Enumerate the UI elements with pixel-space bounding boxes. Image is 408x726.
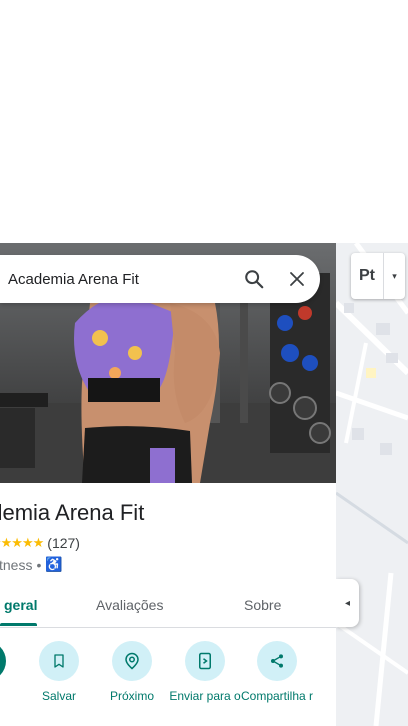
tab-about[interactable]: Sobre (244, 582, 281, 628)
send-to-phone-icon (185, 641, 225, 681)
map-canvas[interactable] (336, 243, 408, 726)
nearby-icon (112, 641, 152, 681)
search-icon[interactable] (234, 259, 274, 299)
tab-reviews[interactable]: Avaliações (96, 582, 163, 628)
place-title: ademia Arena Fit (0, 500, 145, 525)
bookmark-icon (39, 641, 79, 681)
star-rating-icon: ★★★★★ (0, 535, 44, 550)
chevron-left-icon: ◂ (344, 597, 351, 609)
layer-toggle-button[interactable]: Pt ▾ (351, 253, 405, 299)
share-label: Compartilha r (240, 689, 314, 703)
share-button[interactable]: Compartilha r (237, 641, 317, 704)
active-tab-indicator (0, 623, 37, 626)
save-label: Salvar (41, 689, 76, 703)
category-row: fitness • ♿ (0, 556, 63, 573)
chevron-down-icon[interactable]: ▾ (384, 271, 405, 282)
nearby-label: Próximo (109, 689, 154, 703)
action-buttons: s Salvar Próximo Enviar para o Compartil… (0, 641, 336, 726)
rating-row[interactable]: ★★★★★ (127) (0, 535, 80, 551)
place-category[interactable]: fitness (0, 557, 32, 573)
save-button[interactable]: Salvar (19, 641, 99, 704)
send-to-phone-button[interactable]: Enviar para o (165, 641, 245, 704)
share-icon (257, 641, 297, 681)
review-count[interactable]: (127) (47, 535, 80, 551)
nearby-button[interactable]: Próximo (92, 641, 172, 704)
place-panel: Academia Arena Fit ademia Arena Fit ★★★★… (0, 243, 336, 726)
search-input[interactable]: Academia Arena Fit (0, 271, 234, 288)
send-to-phone-label: Enviar para o (169, 689, 241, 703)
collapse-panel-button[interactable]: ◂ (336, 579, 359, 627)
close-icon[interactable] (274, 259, 320, 299)
layer-label: Pt (359, 267, 375, 284)
wheelchair-icon: ♿ (45, 556, 63, 572)
blank-area (0, 0, 408, 243)
tab-overview[interactable]: geral (4, 582, 37, 628)
place-tabs: geral Avaliações Sobre (0, 582, 336, 628)
separator-dot: • (36, 556, 42, 573)
search-bar[interactable]: Academia Arena Fit (0, 255, 320, 303)
directions-icon (0, 641, 6, 681)
